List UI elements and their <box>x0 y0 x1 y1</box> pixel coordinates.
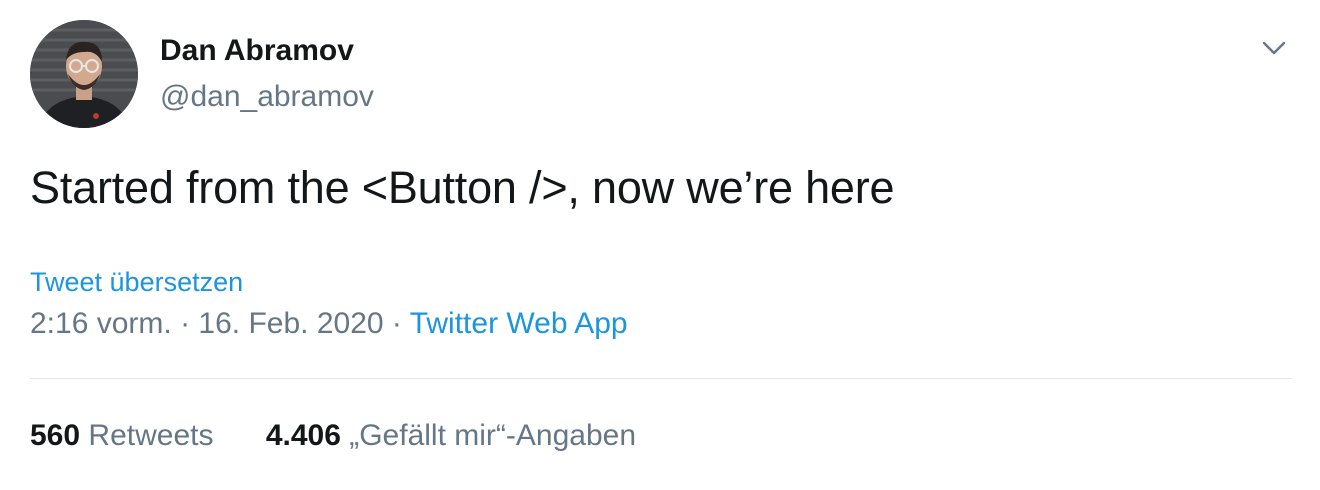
divider <box>30 378 1292 379</box>
likes-label: „Gefällt mir“-Angaben <box>349 419 637 452</box>
retweets-count: 560 <box>30 419 81 452</box>
tweet-time[interactable]: 2:16 vorm. <box>30 307 172 340</box>
tweet-meta: 2:16 vorm. · 16. Feb. 2020 · Twitter Web… <box>30 304 628 344</box>
translate-tweet-link[interactable]: Tweet übersetzen <box>30 265 243 299</box>
tweet-date[interactable]: 16. Feb. 2020 <box>198 307 383 340</box>
tweet-source-link[interactable]: Twitter Web App <box>410 307 628 340</box>
meta-separator: · <box>180 307 191 340</box>
author-handle[interactable]: @dan_abramov <box>160 78 374 116</box>
retweets-label: Retweets <box>88 419 214 452</box>
retweets-stat[interactable]: 560 Retweets <box>30 416 213 456</box>
likes-stat[interactable]: 4.406 „Gefällt mir“-Angaben <box>266 416 636 456</box>
tweet-stats: 560 Retweets 4.406 „Gefällt mir“-Angaben <box>30 416 636 456</box>
tweet-card: Dan Abramov @dan_abramov Started from th… <box>0 0 1320 490</box>
author-display-name[interactable]: Dan Abramov <box>160 32 354 70</box>
likes-count: 4.406 <box>265 419 341 452</box>
user-avatar-icon <box>30 20 138 128</box>
tweet-text: Started from the <Button />, now we’re h… <box>30 162 895 213</box>
meta-separator: · <box>391 307 402 340</box>
avatar[interactable] <box>30 20 138 128</box>
tweet-menu-button[interactable] <box>1256 30 1292 66</box>
chevron-down-icon <box>1262 41 1286 55</box>
